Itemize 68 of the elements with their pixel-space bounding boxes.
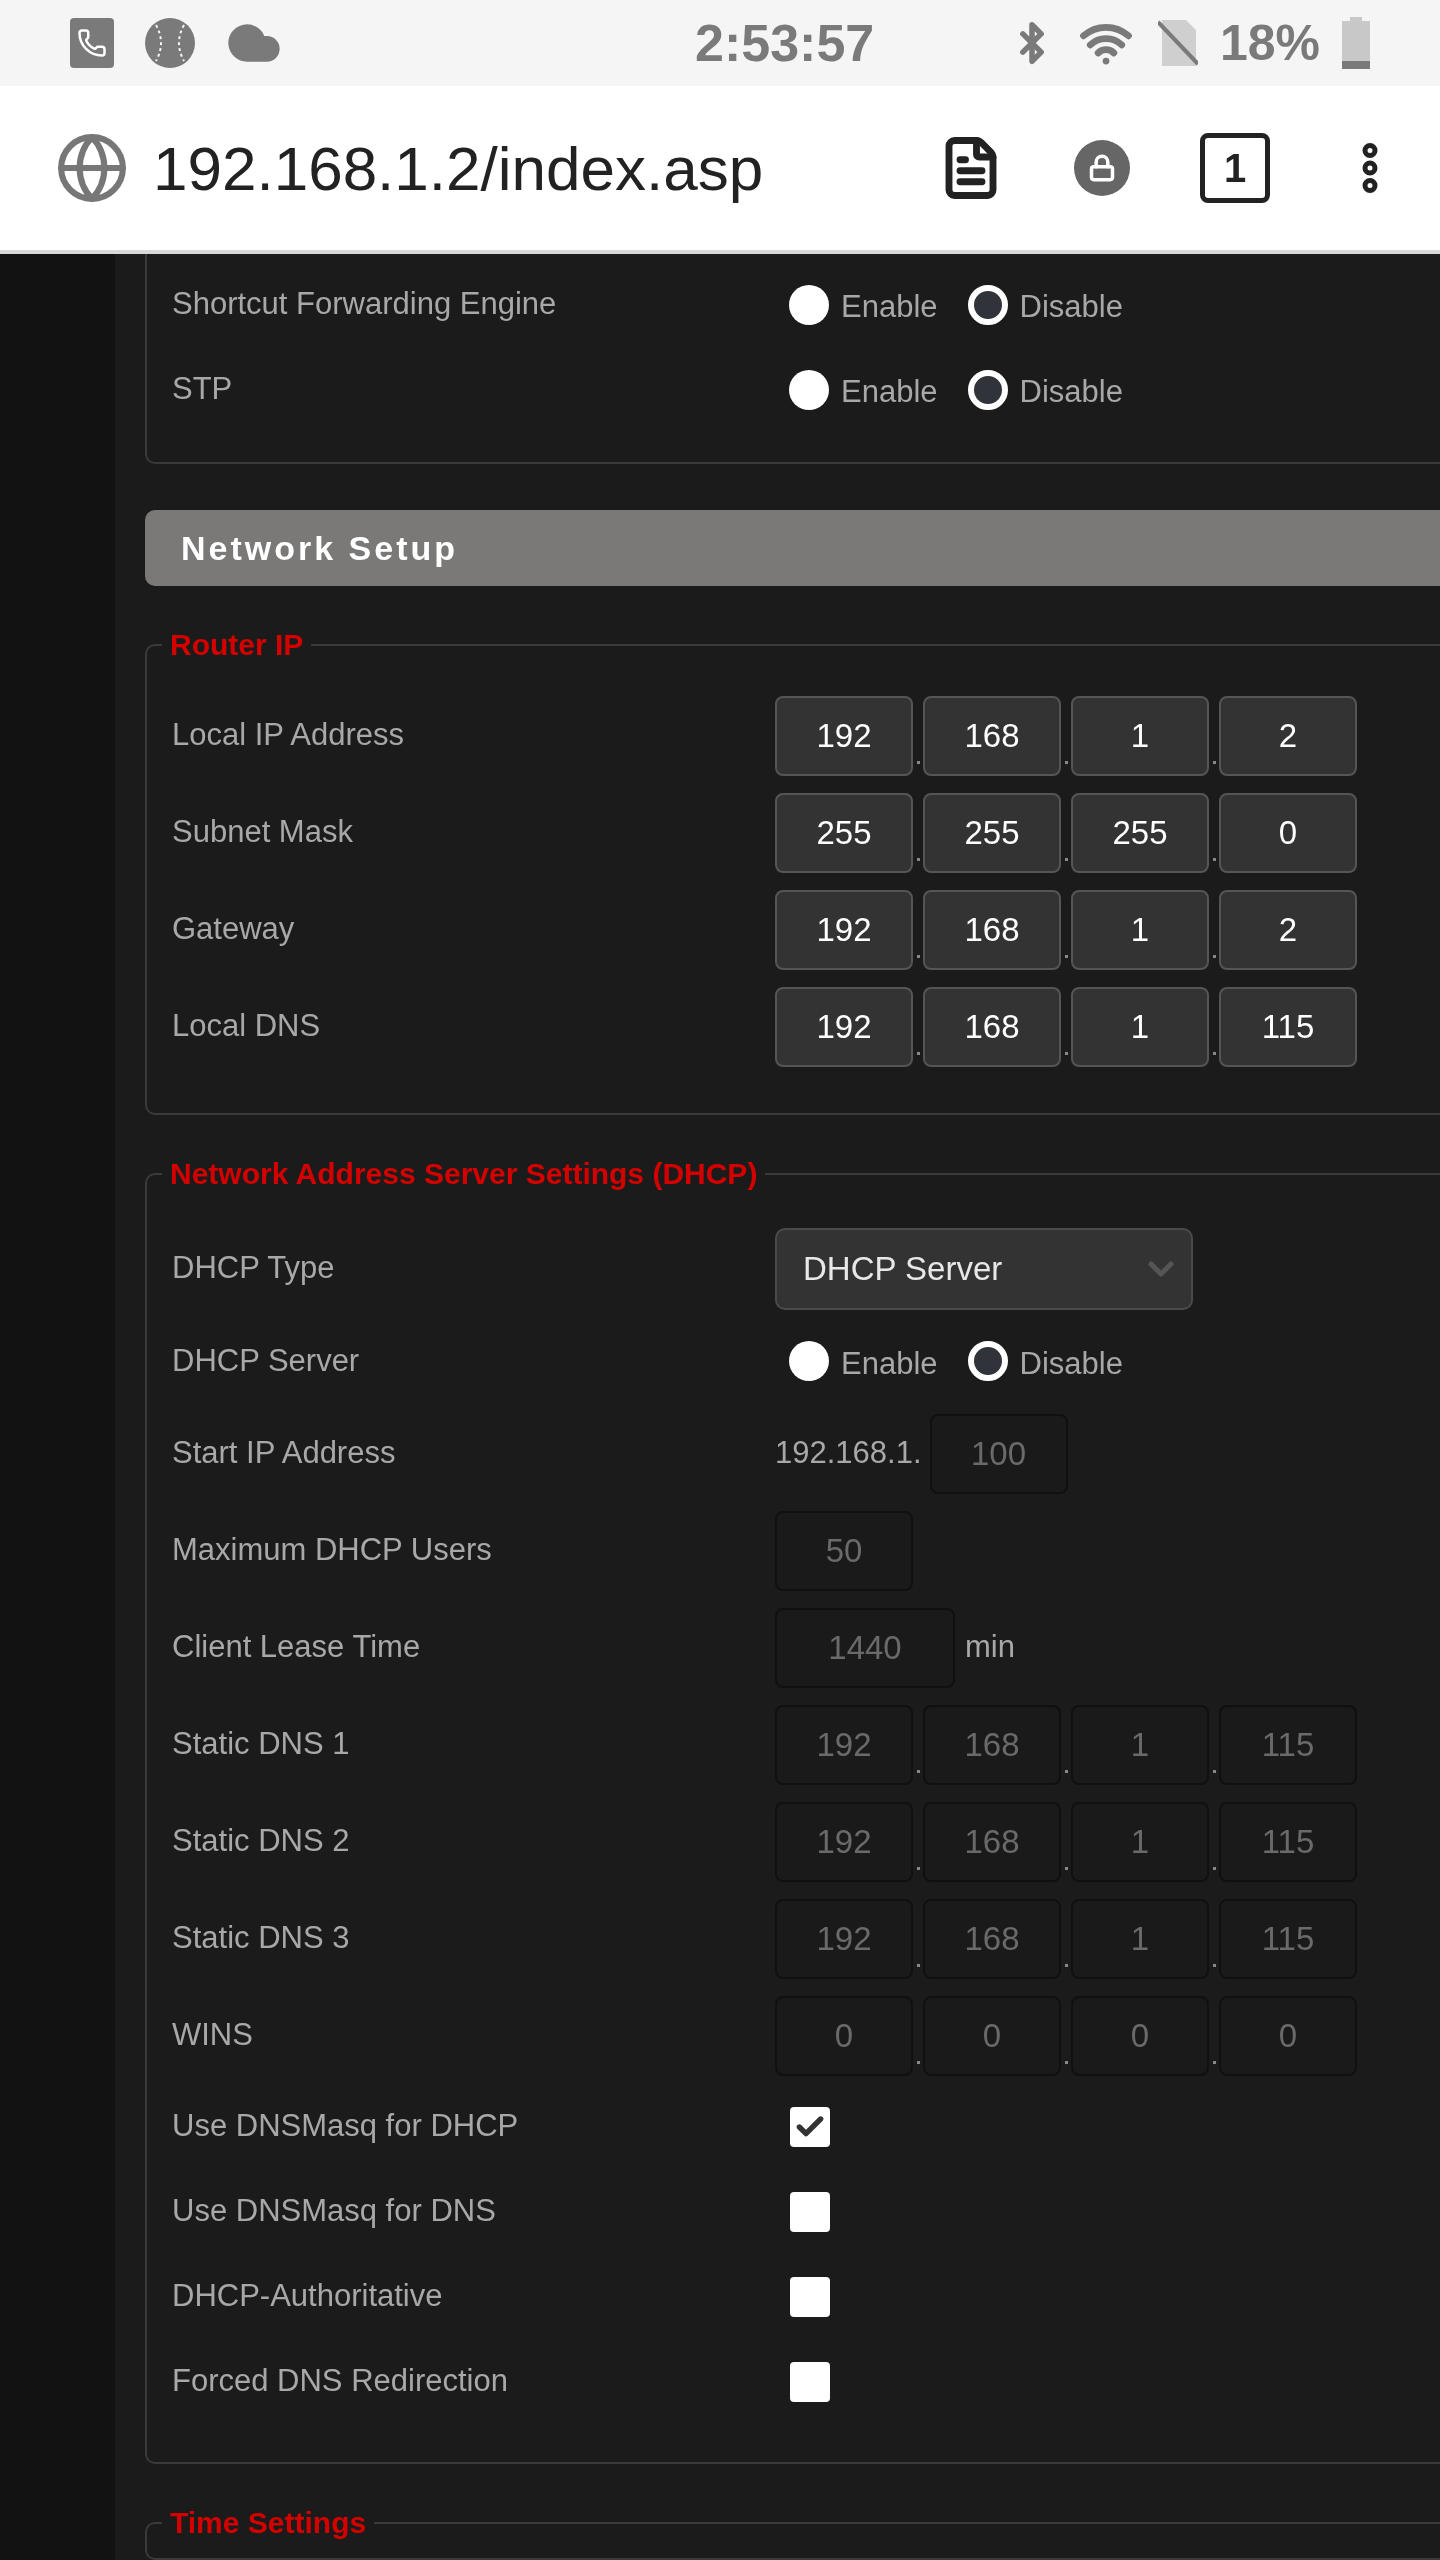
radio-label: Disable <box>1019 373 1123 412</box>
radio-label: Disable <box>1019 1344 1123 1383</box>
checkbox[interactable] <box>790 2276 830 2317</box>
field-label: DHCP-Authoritative <box>172 2278 443 2314</box>
input-field[interactable]: 255 <box>923 792 1061 873</box>
input-field[interactable]: 2 <box>1219 695 1357 776</box>
field-label: Static DNS 1 <box>172 1726 350 1762</box>
radio-button[interactable] <box>967 284 1008 325</box>
radio-label: Enable <box>841 373 938 412</box>
checkbox[interactable] <box>790 2191 830 2232</box>
input-field[interactable]: 1 <box>1071 695 1209 776</box>
field-label: Shortcut Forwarding Engine <box>172 286 557 322</box>
input-field[interactable]: 2 <box>1219 889 1357 970</box>
input-field[interactable]: 1 <box>1071 986 1209 1067</box>
radio-label: Disable <box>1019 288 1123 327</box>
unit-label: min <box>965 1628 1015 1667</box>
input-field[interactable]: 192 <box>775 889 913 970</box>
input-field[interactable]: 168 <box>923 695 1061 776</box>
input-field[interactable]: 255 <box>775 792 913 873</box>
ball-icon <box>144 17 196 69</box>
group-legend: Network Address Server Settings (DHCP) <box>162 1151 766 1196</box>
field-label: Static DNS 2 <box>172 1823 350 1859</box>
phone-icon <box>70 18 114 68</box>
group-legend: Router IP <box>162 622 312 667</box>
field-label: Static DNS 3 <box>172 1920 350 1956</box>
radio-button[interactable] <box>789 284 829 325</box>
battery-percent: 18% <box>1219 13 1320 73</box>
field-label: DHCP Type <box>172 1250 335 1286</box>
input-field[interactable]: 168 <box>923 889 1061 970</box>
checkbox[interactable] <box>790 2361 830 2402</box>
clock: 2:53:57 <box>695 13 875 74</box>
input-field[interactable]: 1 <box>1071 889 1209 970</box>
radio-label: Enable <box>841 288 938 327</box>
input-field[interactable]: 0 <box>1219 792 1357 873</box>
checkbox[interactable] <box>790 2106 830 2147</box>
field-label: Subnet Mask <box>172 814 353 850</box>
field-label: Client Lease Time <box>172 1629 421 1665</box>
radio-button[interactable] <box>789 369 829 410</box>
input-field[interactable]: 168 <box>923 986 1061 1067</box>
field-label: Gateway <box>172 911 295 947</box>
section-header: Network Setup <box>145 510 1440 586</box>
group-legend: Time Settings <box>162 2500 375 2545</box>
url-text[interactable]: 192.168.1.2/index.asp <box>153 121 764 215</box>
battery-icon <box>1342 17 1370 69</box>
field-label: DHCP Server <box>172 1342 360 1378</box>
field-label: STP <box>172 371 233 407</box>
field-label: WINS <box>172 2017 253 2053</box>
field-label: Maximum DHCP Users <box>172 1532 492 1568</box>
radio-button[interactable] <box>789 1341 829 1381</box>
field-label: Local DNS <box>172 1008 321 1044</box>
input-field[interactable]: 192 <box>775 695 913 776</box>
field-label: Use DNSMasq for DNS <box>172 2193 496 2229</box>
field-label: Local IP Address <box>172 717 405 753</box>
radio-label: Enable <box>841 1344 938 1383</box>
globe-icon <box>55 131 129 205</box>
tab-count-button[interactable]: 1 <box>1200 133 1270 203</box>
input-field[interactable]: 192 <box>775 986 913 1067</box>
ip-prefix: 192.168.1. <box>775 1434 922 1473</box>
radio-button[interactable] <box>967 1341 1008 1381</box>
field-label: Use DNSMasq for DHCP <box>172 2108 519 2144</box>
input-field[interactable]: 115 <box>1219 986 1357 1067</box>
input-field[interactable]: 255 <box>1071 792 1209 873</box>
lock-icon[interactable] <box>1074 140 1130 196</box>
dhcp-type-select[interactable]: DHCP Server <box>775 1227 1193 1310</box>
no-sim-icon <box>1157 18 1198 68</box>
field-label: Start IP Address <box>172 1435 396 1471</box>
field-label: Forced DNS Redirection <box>172 2363 508 2399</box>
radio-button[interactable] <box>967 369 1008 410</box>
